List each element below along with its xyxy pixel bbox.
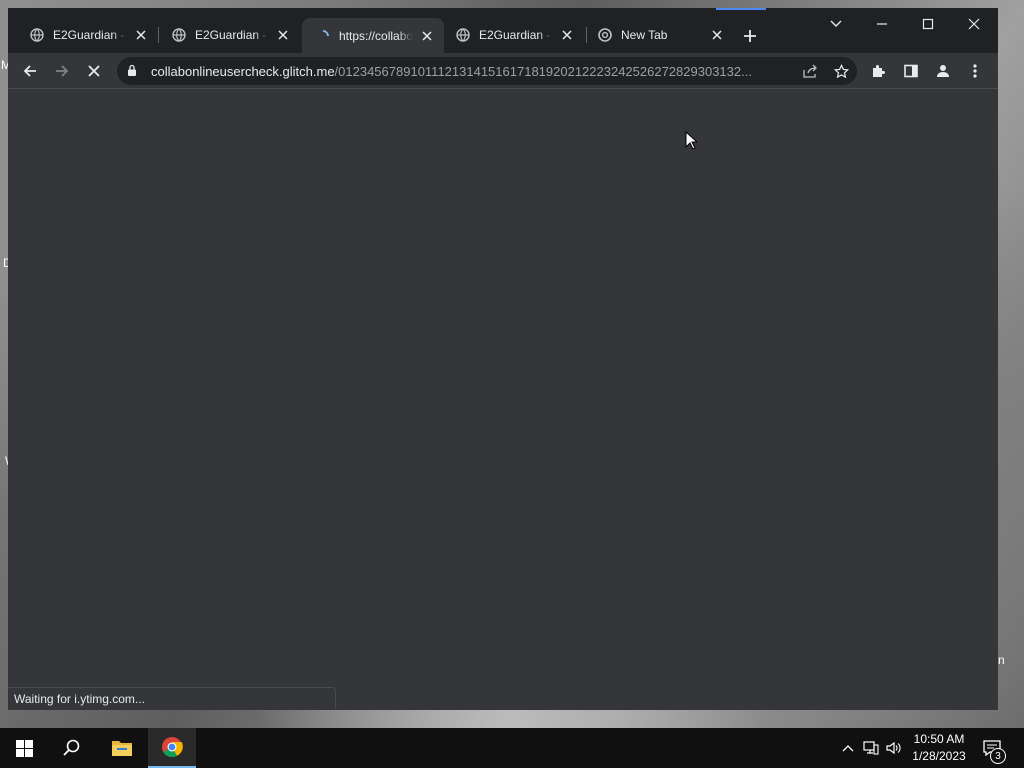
volume-button[interactable] (884, 736, 904, 760)
close-tab-icon[interactable] (559, 27, 575, 43)
chrome-icon (162, 737, 183, 758)
close-tab-icon[interactable] (275, 27, 291, 43)
close-tab-icon[interactable] (133, 27, 149, 43)
puzzle-icon (873, 65, 885, 77)
stop-loading-button[interactable] (80, 57, 108, 85)
tab-search-button[interactable] (820, 12, 852, 36)
clock-time: 10:50 AM (913, 732, 965, 746)
back-button[interactable] (16, 57, 44, 85)
profile-button[interactable] (929, 57, 957, 85)
close-tab-icon[interactable] (711, 27, 724, 43)
share-button[interactable] (799, 60, 821, 82)
windows-logo-icon (15, 739, 33, 757)
new-tab-button[interactable] (740, 26, 760, 46)
page-content-area[interactable] (8, 90, 998, 710)
search-button[interactable] (48, 728, 96, 768)
browser-menu-button[interactable] (961, 57, 989, 85)
tab-new-tab[interactable]: New Tab (584, 22, 724, 47)
close-window-button[interactable] (958, 12, 990, 36)
stop-icon (88, 65, 100, 77)
status-bubble: Waiting for i.ytimg.com... (8, 687, 336, 709)
chrome-taskbar-button[interactable] (148, 728, 196, 768)
side-panel-icon (904, 64, 918, 78)
close-tab-icon[interactable] (419, 28, 435, 44)
tab-title: E2Guardian - U (53, 27, 127, 42)
globe-icon (30, 27, 44, 42)
minimize-icon (877, 23, 887, 25)
globe-icon (456, 27, 470, 42)
taskbar-clock[interactable]: 10:50 AM 1/28/2023 (908, 731, 970, 765)
clock-date: 1/28/2023 (912, 749, 966, 763)
search-icon (63, 739, 80, 756)
tab-e2guardian-2[interactable]: E2Guardian - U (158, 22, 300, 47)
network-icon (863, 741, 879, 755)
maximize-button[interactable] (912, 12, 944, 36)
person-icon (937, 65, 949, 77)
bookmark-button[interactable] (830, 60, 852, 82)
globe-icon (172, 27, 186, 42)
forward-button[interactable] (48, 57, 76, 85)
url-text[interactable]: collabonlineusercheck.glitch.me/01234567… (151, 64, 783, 79)
chevron-down-icon (830, 20, 842, 27)
tab-collabo-active[interactable]: https://collabo (302, 18, 444, 53)
kebab-menu-icon (973, 64, 977, 78)
back-arrow-icon (23, 65, 36, 77)
chrome-icon (598, 27, 612, 42)
mouse-cursor-icon (685, 130, 699, 156)
speaker-icon (886, 741, 901, 755)
network-button[interactable] (861, 736, 881, 760)
loading-indicator (716, 8, 766, 10)
browser-toolbar: collabonlineusercheck.glitch.me/01234567… (8, 53, 998, 89)
taskbar: 10:50 AM 1/28/2023 3 (0, 728, 1024, 768)
tab-strip: E2Guardian - U E2Guardian - U https://co… (8, 8, 998, 53)
notification-count-badge: 3 (990, 748, 1006, 764)
minimize-button[interactable] (866, 12, 898, 36)
chevron-up-icon (842, 745, 854, 752)
tab-title: https://collabo (339, 28, 413, 43)
show-hidden-icons-button[interactable] (838, 736, 858, 760)
extensions-button[interactable] (865, 57, 893, 85)
url-host: collabonlineusercheck.glitch.me (151, 64, 335, 79)
desktop-label-fragment: n (998, 653, 1005, 667)
tab-e2guardian-3[interactable]: E2Guardian - U (442, 22, 584, 47)
loading-spinner-icon (316, 29, 330, 43)
browser-window: E2Guardian - U E2Guardian - U https://co… (8, 8, 998, 710)
share-icon (802, 64, 817, 78)
start-button[interactable] (0, 728, 48, 768)
close-icon (968, 18, 980, 30)
star-icon (833, 63, 849, 78)
tab-title: E2Guardian - U (479, 27, 553, 42)
folder-icon (112, 741, 132, 756)
lock-icon[interactable] (127, 64, 137, 82)
tab-title: New Tab (621, 27, 668, 42)
address-bar[interactable]: collabonlineusercheck.glitch.me/01234567… (117, 57, 857, 85)
url-path: /012345678910111213141516171819202122232… (334, 64, 752, 79)
tab-e2guardian-1[interactable]: E2Guardian - U (16, 22, 156, 47)
forward-arrow-icon (56, 65, 69, 77)
plus-icon (744, 30, 756, 42)
side-panel-button[interactable] (897, 57, 925, 85)
maximize-icon (922, 18, 934, 30)
file-explorer-button[interactable] (98, 728, 146, 768)
tab-title: E2Guardian - U (195, 27, 269, 42)
